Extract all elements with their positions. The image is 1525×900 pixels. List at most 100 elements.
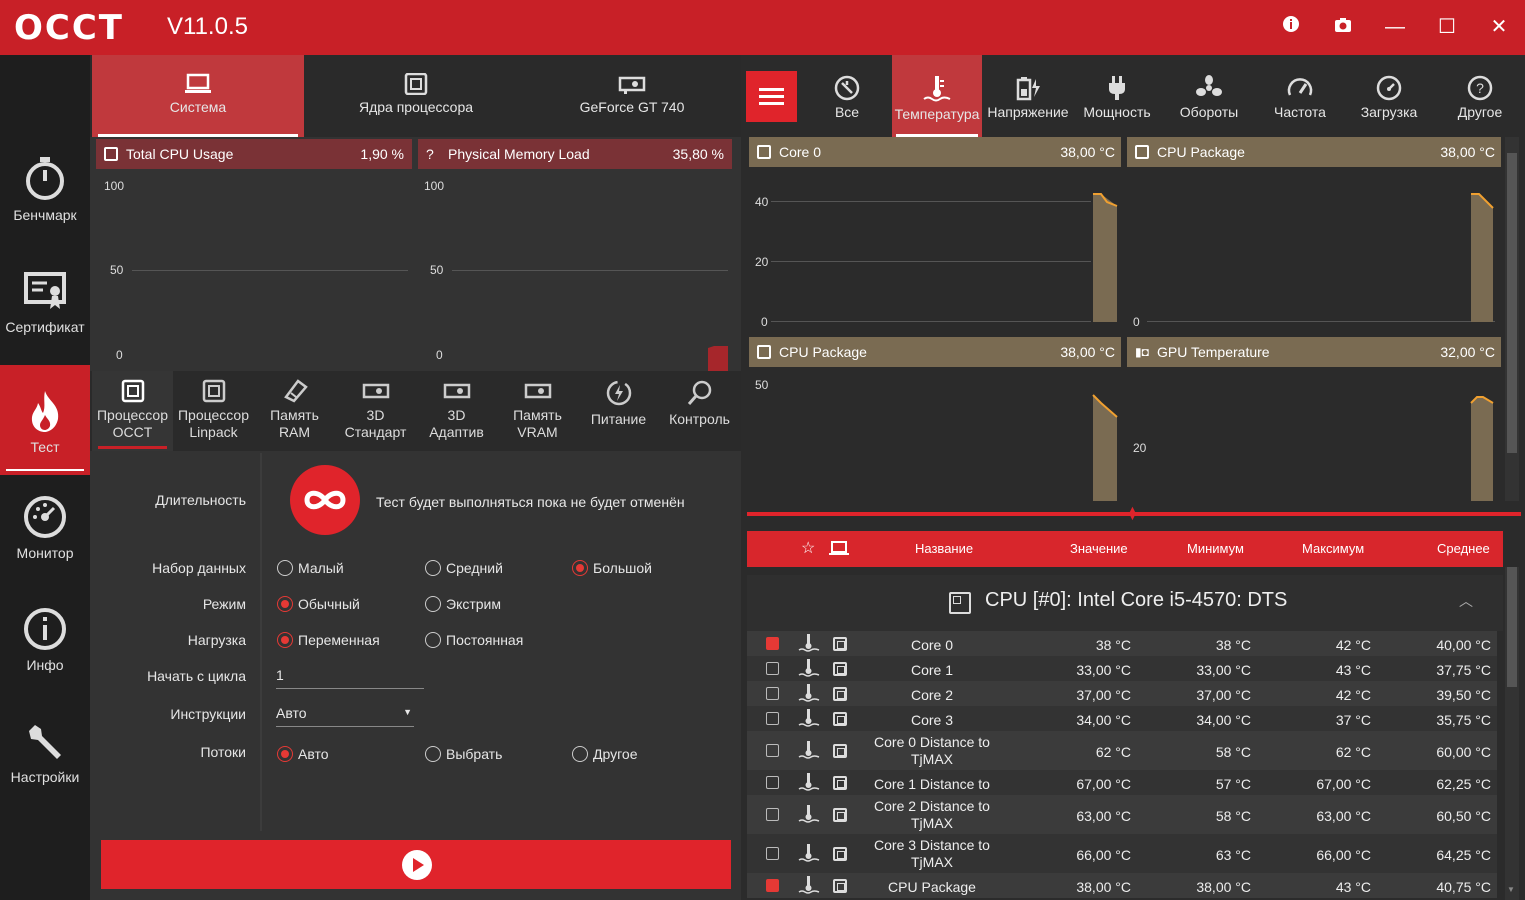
core0-temp-series [1093,193,1118,322]
row-checkbox[interactable] [766,808,779,821]
tab-cpu-cores[interactable]: Ядра процессора [308,55,524,137]
sensor-max: 43 °C [1335,661,1371,678]
sensor-group-header[interactable]: CPU [#0]: Intel Core i5-4570: DTS ︿ [747,575,1503,631]
sensor-name: CPU Package [888,878,976,895]
tab-system[interactable]: Система [92,55,304,137]
mode-extreme-radio[interactable]: Экстрим [425,596,501,612]
row-checkbox[interactable] [766,712,779,725]
tab-temperature[interactable]: Температура [892,55,982,137]
row-checkbox[interactable] [766,662,779,675]
screenshot-button[interactable] [1328,12,1358,42]
table-row[interactable]: Core 1 33,00 °C 33,00 °C 43 °C 37,75 °C [747,656,1497,681]
sensor-max: 63,00 °C [1316,807,1371,824]
table-row[interactable]: Core 3 34,00 °C 34,00 °C 37 °C 35,75 °C [747,706,1497,731]
test-label: Адаптив [429,424,484,440]
gridline [132,270,408,271]
test-memory-ram[interactable]: Память RAM [254,371,335,451]
menu-button[interactable] [746,71,797,122]
load-constant-radio[interactable]: Постоянная [425,632,523,648]
column-name[interactable]: Название [915,531,973,567]
dataset-small-radio[interactable]: Малый [277,560,344,576]
monitor-panel: Все Температура Напряжение Мощность Обор… [741,55,1525,900]
test-vram[interactable]: Память VRAM [497,371,578,451]
test-panel: Система Ядра процессора GeForce GT 740 T… [90,55,741,900]
row-checkbox[interactable] [766,687,779,700]
laptop-icon[interactable] [829,541,849,557]
load-variable-radio[interactable]: Переменная [277,632,380,648]
table-row[interactable]: Core 2 37,00 °C 37,00 °C 42 °C 39,50 °C [747,681,1497,706]
test-power[interactable]: Питание [578,371,659,451]
table-row[interactable]: Core 0 Distance to TjMAX 62 °C 58 °C 62 °C 6… [747,731,1497,770]
test-monitoring[interactable]: Контроль [659,371,740,451]
maximize-button[interactable]: ☐ [1432,12,1462,42]
start-cycle-input[interactable]: 1 [276,661,424,689]
minimize-button[interactable]: — [1380,12,1410,42]
dataset-large-radio[interactable]: Большой [572,560,652,576]
threads-select-radio[interactable]: Выбрать [425,746,502,762]
test-label: Процессор [177,407,249,423]
cpu-icon [104,147,118,161]
threads-other-radio[interactable]: Другое [572,746,637,762]
tab-load[interactable]: Загрузка [1348,55,1430,137]
tab-power[interactable]: Мощность [1076,55,1158,137]
instructions-select[interactable]: Авто ▼ [276,699,414,727]
row-checkbox[interactable] [766,879,779,892]
table-row[interactable]: Core 2 Distance to TjMAX 63,00 °C 58 °C 63,… [747,795,1497,834]
sensor-max: 62 °C [1335,743,1371,760]
dataset-medium-radio[interactable]: Средний [425,560,503,576]
scrollbar-thumb[interactable] [1507,153,1517,453]
start-test-button[interactable] [101,840,731,889]
cpu-icon [949,592,971,614]
sensor-max: 67,00 °C [1316,775,1371,792]
column-max[interactable]: Максимум [1302,531,1364,567]
row-checkbox[interactable] [766,776,779,789]
scrollbar-thumb[interactable] [1507,567,1517,687]
test-3d-adaptive[interactable]: 3D Адаптив [416,371,497,451]
tab-voltage[interactable]: Напряжение [984,55,1072,137]
chart-header: CPU Package 38,00 °C [1127,137,1501,167]
tab-label: GeForce GT 740 [579,99,685,115]
gpu-icon [443,383,470,399]
tab-gpu[interactable]: GeForce GT 740 [524,55,740,137]
tab-fan-speed[interactable]: Обороты [1167,55,1251,137]
test-3d-standard[interactable]: 3D Стандарт [335,371,416,451]
cpu-icon [121,379,144,403]
infinity-icon [304,490,346,510]
scroll-down-icon[interactable]: ▼ [1507,885,1515,894]
infinite-duration-button[interactable] [290,465,360,535]
info-button[interactable] [1276,12,1306,42]
sidebar-item-test[interactable]: Тест [0,365,90,475]
table-row[interactable]: Core 1 Distance to TjMAX67,00 °C57 °C67,… [747,770,1497,809]
test-cpu-occt[interactable]: Процессор OCCT [92,371,173,451]
table-row[interactable]: Core 3 Distance to TjMAX 66,00 °C 63 °C 66,… [747,834,1497,873]
table-scrollbar[interactable]: ▼ [1505,567,1519,900]
row-checkbox[interactable] [766,744,779,757]
sidebar-item-benchmark[interactable]: Бенчмарк [0,155,90,267]
chart-value: 38,00 °C [1060,144,1115,160]
sidebar-item-settings[interactable]: Настройки [0,719,90,831]
mode-normal-radio[interactable]: Обычный [277,596,360,612]
row-checkbox[interactable] [766,637,779,650]
row-checkbox[interactable] [766,847,779,860]
y-tick: 100 [104,179,125,193]
chart-title: Total CPU Usage [126,146,234,162]
column-value[interactable]: Значение [1070,531,1128,567]
sidebar-item-info[interactable]: Инфо [0,607,90,719]
close-button[interactable]: ✕ [1484,12,1514,42]
tab-all[interactable]: Все [811,55,883,137]
sidebar-item-label: Монитор [16,545,74,561]
column-min[interactable]: Минимум [1187,531,1244,567]
threads-auto-radio[interactable]: Авто [277,746,329,762]
tab-frequency[interactable]: Частота [1259,55,1341,137]
maximize-icon: ☐ [1438,16,1456,38]
sidebar-item-monitor[interactable]: Монитор [0,495,90,607]
star-icon[interactable]: ☆ [801,531,815,567]
table-row[interactable]: Core 0 38 °C 38 °C 42 °C 40,00 °C [747,631,1497,656]
column-avg[interactable]: Среднее [1437,531,1490,567]
collapse-icon[interactable]: ︿ [1459,591,1473,611]
test-cpu-linpack[interactable]: Процессор Linpack [173,371,254,451]
charts-scrollbar[interactable] [1505,137,1519,501]
table-row[interactable]: CPU Package 38,00 °C 38,00 °C 43 °C 40,75 °C [747,873,1497,898]
tab-other[interactable]: ? Другое [1440,55,1520,137]
sensor-avg: 40,75 °C [1436,878,1491,895]
